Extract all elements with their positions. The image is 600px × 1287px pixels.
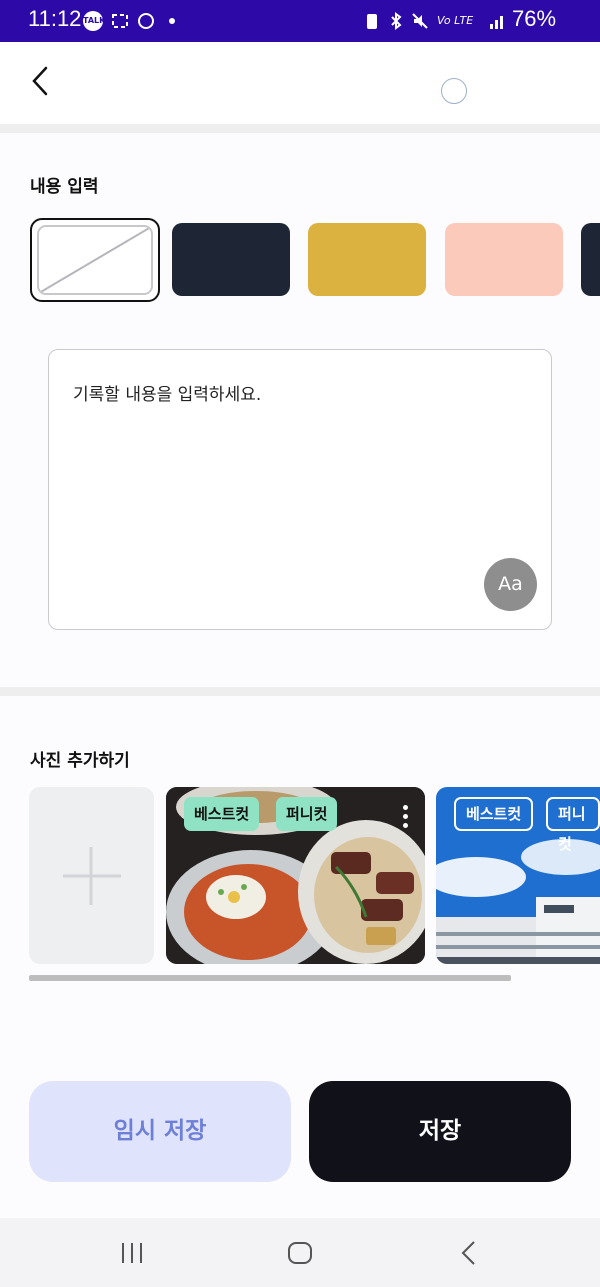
- add-photo-button[interactable]: [29, 787, 154, 964]
- nav-back-button[interactable]: [458, 1240, 480, 1270]
- notification-dot-icon: [164, 11, 184, 31]
- section-divider: [0, 124, 600, 133]
- network-label: Vo LTE: [437, 14, 474, 27]
- photo-tag: 베스트컷: [184, 797, 260, 831]
- plus-icon: [63, 847, 121, 905]
- kakaotalk-icon: TALK: [83, 11, 105, 31]
- more-options-icon[interactable]: [403, 805, 409, 832]
- photo-tag: 퍼니컷: [276, 797, 338, 831]
- recent-apps-icon: [122, 1243, 142, 1263]
- status-bar: 11:12 TALK Vo LTE 76%: [0, 0, 600, 42]
- swatch-none[interactable]: [30, 218, 160, 302]
- temp-save-button[interactable]: 임시 저장: [29, 1081, 291, 1182]
- bluetooth-icon: [386, 11, 406, 31]
- section-divider: [0, 687, 600, 696]
- status-time: 11:12: [28, 6, 82, 31]
- mute-icon: [410, 11, 430, 31]
- font-style-button[interactable]: Aa: [484, 558, 537, 611]
- home-button[interactable]: [286, 1240, 314, 1270]
- save-button[interactable]: 저장: [309, 1081, 571, 1182]
- swatch-navy-2[interactable]: [581, 223, 600, 296]
- system-nav-bar: [0, 1218, 600, 1287]
- swatch-peach[interactable]: [445, 223, 563, 296]
- photo-scrollbar[interactable]: [29, 975, 511, 981]
- signal-icon: [488, 11, 508, 31]
- photo-item[interactable]: 베스트컷 퍼니컷: [166, 787, 425, 964]
- back-icon: [461, 1241, 475, 1265]
- home-icon: [288, 1242, 312, 1264]
- swatch-navy[interactable]: [172, 223, 290, 296]
- content-section-title: 내용 입력: [30, 177, 99, 197]
- recent-apps-button[interactable]: [118, 1240, 148, 1270]
- back-button[interactable]: [26, 64, 56, 98]
- battery-saver-icon: [362, 11, 382, 31]
- memo-textarea[interactable]: 기록할 내용을 입력하세요. Aa: [48, 349, 552, 630]
- loading-circle-icon: [441, 78, 467, 104]
- app-header: [0, 42, 600, 124]
- battery-percent: 76%: [512, 6, 557, 31]
- memo-placeholder: 기록할 내용을 입력하세요.: [73, 385, 262, 405]
- photo-tag: 퍼니컷: [546, 797, 600, 853]
- photo-item[interactable]: 베스트컷 퍼니컷: [436, 787, 600, 964]
- screen-record-icon: [110, 11, 130, 31]
- photo-section-title: 사진 추가하기: [30, 751, 130, 771]
- swatch-mustard[interactable]: [308, 223, 426, 296]
- data-saver-icon: [136, 11, 156, 31]
- chevron-left-icon: [32, 66, 48, 96]
- no-color-icon: [37, 225, 153, 295]
- photo-tag: 베스트컷: [454, 797, 534, 831]
